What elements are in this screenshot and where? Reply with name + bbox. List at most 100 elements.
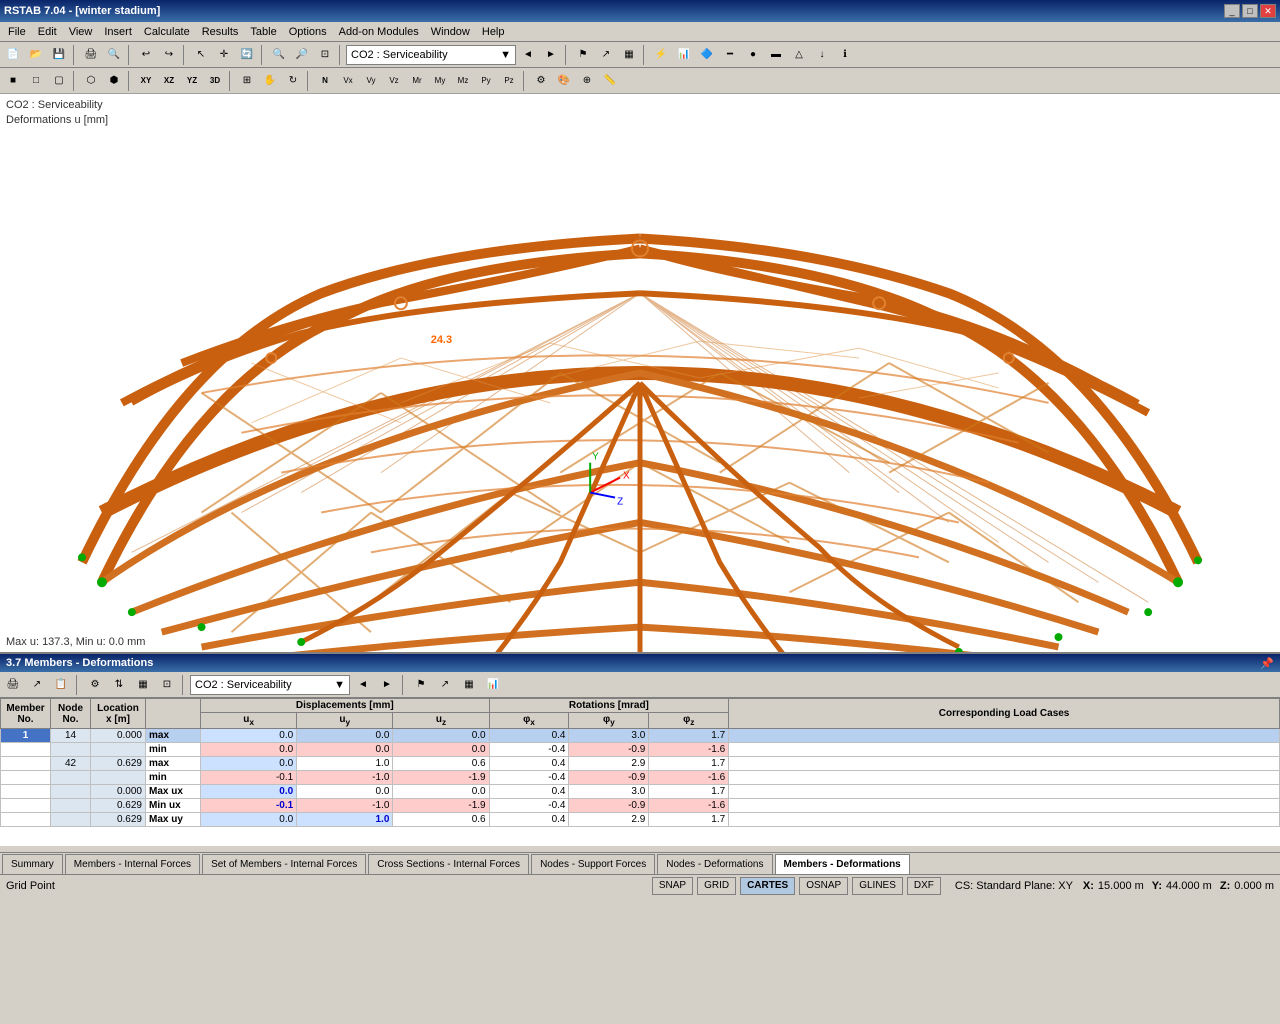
- tb-support[interactable]: △: [788, 44, 810, 66]
- tb-move[interactable]: ✛: [213, 44, 235, 66]
- tb-rotate[interactable]: 🔄: [236, 44, 258, 66]
- tb-export[interactable]: ↗: [595, 44, 617, 66]
- tb2-vz[interactable]: Vz: [383, 70, 405, 92]
- panel-tb-copy[interactable]: 📋: [50, 674, 72, 696]
- window-controls[interactable]: _ □ ✕: [1224, 4, 1276, 18]
- tb2-vx[interactable]: Vx: [337, 70, 359, 92]
- panel-tb-export2[interactable]: ↗: [434, 674, 456, 696]
- tb-fit[interactable]: ⊡: [314, 44, 336, 66]
- tb2-zoom-rect[interactable]: ⊞: [236, 70, 258, 92]
- tab-nodes-deformations[interactable]: Nodes - Deformations: [657, 854, 772, 874]
- menu-calculate[interactable]: Calculate: [138, 24, 196, 40]
- menu-results[interactable]: Results: [196, 24, 245, 40]
- tb2-axes[interactable]: ⊕: [576, 70, 598, 92]
- tb2-rotate3d[interactable]: ↻: [282, 70, 304, 92]
- tb-results[interactable]: 📊: [673, 44, 695, 66]
- main-viewport[interactable]: CO2 : Serviceability Deformations u [mm]: [0, 94, 1280, 652]
- tb2-wire[interactable]: □: [25, 70, 47, 92]
- tb-open[interactable]: 📂: [25, 44, 47, 66]
- menu-table[interactable]: Table: [244, 24, 282, 40]
- tb-select[interactable]: ↖: [190, 44, 212, 66]
- tb2-xz[interactable]: XZ: [158, 70, 180, 92]
- tb-table[interactable]: ▦: [618, 44, 640, 66]
- tb-model[interactable]: 🔷: [696, 44, 718, 66]
- tb-preview[interactable]: 🔍: [103, 44, 125, 66]
- tb-member[interactable]: ━: [719, 44, 741, 66]
- panel-nav-prev[interactable]: ◄: [352, 674, 374, 696]
- tb2-xy[interactable]: XY: [135, 70, 157, 92]
- minimize-button[interactable]: _: [1224, 4, 1240, 18]
- panel-tb-group[interactable]: ▦: [132, 674, 154, 696]
- table-row[interactable]: min-0.1-1.0-1.9-0.4-0.9-1.6: [1, 771, 1280, 785]
- tb2-settings[interactable]: ⚙: [530, 70, 552, 92]
- tb-calc[interactable]: ⚡: [650, 44, 672, 66]
- table-row[interactable]: 1140.000max0.00.00.00.43.01.7: [1, 729, 1280, 743]
- tb-redo[interactable]: ↪: [158, 44, 180, 66]
- tb-load[interactable]: ↓: [811, 44, 833, 66]
- menu-help[interactable]: Help: [476, 24, 511, 40]
- tab-nodes-support-forces[interactable]: Nodes - Support Forces: [531, 854, 655, 874]
- menu-window[interactable]: Window: [425, 24, 476, 40]
- tb2-hidden[interactable]: ▢: [48, 70, 70, 92]
- menu-addons[interactable]: Add-on Modules: [333, 24, 425, 40]
- tb2-n[interactable]: N: [314, 70, 336, 92]
- tb2-my[interactable]: My: [429, 70, 451, 92]
- close-button[interactable]: ✕: [1260, 4, 1276, 18]
- table-row[interactable]: 420.629max0.01.00.60.42.91.7: [1, 757, 1280, 771]
- panel-case-dropdown[interactable]: CO2 : Serviceability ▼: [190, 675, 350, 695]
- tb2-persp[interactable]: ⬡: [80, 70, 102, 92]
- tb2-mr[interactable]: Mr: [406, 70, 428, 92]
- tb-new[interactable]: 📄: [2, 44, 24, 66]
- table-row[interactable]: min0.00.00.0-0.4-0.9-1.6: [1, 743, 1280, 757]
- tb-node[interactable]: ●: [742, 44, 764, 66]
- tb2-render[interactable]: ■: [2, 70, 24, 92]
- tb-save[interactable]: 💾: [48, 44, 70, 66]
- tb2-pan[interactable]: ✋: [259, 70, 281, 92]
- tb2-measure[interactable]: 📏: [599, 70, 621, 92]
- tb2-mz[interactable]: Mz: [452, 70, 474, 92]
- grid-button[interactable]: GRID: [697, 877, 736, 895]
- tb2-ortho[interactable]: ⬢: [103, 70, 125, 92]
- panel-tb-chart[interactable]: 📊: [482, 674, 504, 696]
- panel-tb-fit[interactable]: ⊡: [156, 674, 178, 696]
- dxf-button[interactable]: DXF: [907, 877, 941, 895]
- tb-nav-next[interactable]: ►: [540, 44, 562, 66]
- menu-edit[interactable]: Edit: [32, 24, 63, 40]
- panel-tb-filter[interactable]: ⚙: [84, 674, 106, 696]
- menu-view[interactable]: View: [63, 24, 99, 40]
- tb2-py[interactable]: Py: [475, 70, 497, 92]
- panel-nav-next[interactable]: ►: [376, 674, 398, 696]
- tb2-vy[interactable]: Vy: [360, 70, 382, 92]
- tb-print[interactable]: 🖨: [80, 44, 102, 66]
- tb-zoom-in[interactable]: 🔍: [268, 44, 290, 66]
- panel-tb-table[interactable]: ▦: [458, 674, 480, 696]
- tab-set-of-members-internal-forces[interactable]: Set of Members - Internal Forces: [202, 854, 366, 874]
- tb2-3d[interactable]: 3D: [204, 70, 226, 92]
- tb2-pz[interactable]: Pz: [498, 70, 520, 92]
- panel-tb-export[interactable]: ↗: [26, 674, 48, 696]
- tb2-yz[interactable]: YZ: [181, 70, 203, 92]
- tb-section[interactable]: ▬: [765, 44, 787, 66]
- cartes-button[interactable]: CARTES: [740, 877, 795, 895]
- tb-flag[interactable]: ⚑: [572, 44, 594, 66]
- tb-info[interactable]: ℹ: [834, 44, 856, 66]
- menu-file[interactable]: File: [2, 24, 32, 40]
- table-row[interactable]: 0.000Max ux0.00.00.00.43.01.7: [1, 785, 1280, 799]
- tab-members-internal-forces[interactable]: Members - Internal Forces: [65, 854, 200, 874]
- tb-zoom-out[interactable]: 🔎: [291, 44, 313, 66]
- tab-members-deformations[interactable]: Members - Deformations: [775, 854, 910, 874]
- tab-cross-sections-internal-forces[interactable]: Cross Sections - Internal Forces: [368, 854, 529, 874]
- data-table-container[interactable]: MemberNo. NodeNo. Locationx [m] Displace…: [0, 698, 1280, 846]
- maximize-button[interactable]: □: [1242, 4, 1258, 18]
- snap-button[interactable]: SNAP: [652, 877, 693, 895]
- tab-summary[interactable]: Summary: [2, 854, 63, 874]
- osnap-button[interactable]: OSNAP: [799, 877, 848, 895]
- panel-tb-flag[interactable]: ⚑: [410, 674, 432, 696]
- tb-nav-prev[interactable]: ◄: [517, 44, 539, 66]
- menu-insert[interactable]: Insert: [98, 24, 138, 40]
- panel-pin-icon[interactable]: 📌: [1260, 657, 1274, 670]
- table-row[interactable]: 0.629Max uy0.01.00.60.42.91.7: [1, 813, 1280, 827]
- result-case-dropdown[interactable]: CO2 : Serviceability ▼: [346, 45, 516, 65]
- panel-tb-sort[interactable]: ⇅: [108, 674, 130, 696]
- menu-options[interactable]: Options: [283, 24, 333, 40]
